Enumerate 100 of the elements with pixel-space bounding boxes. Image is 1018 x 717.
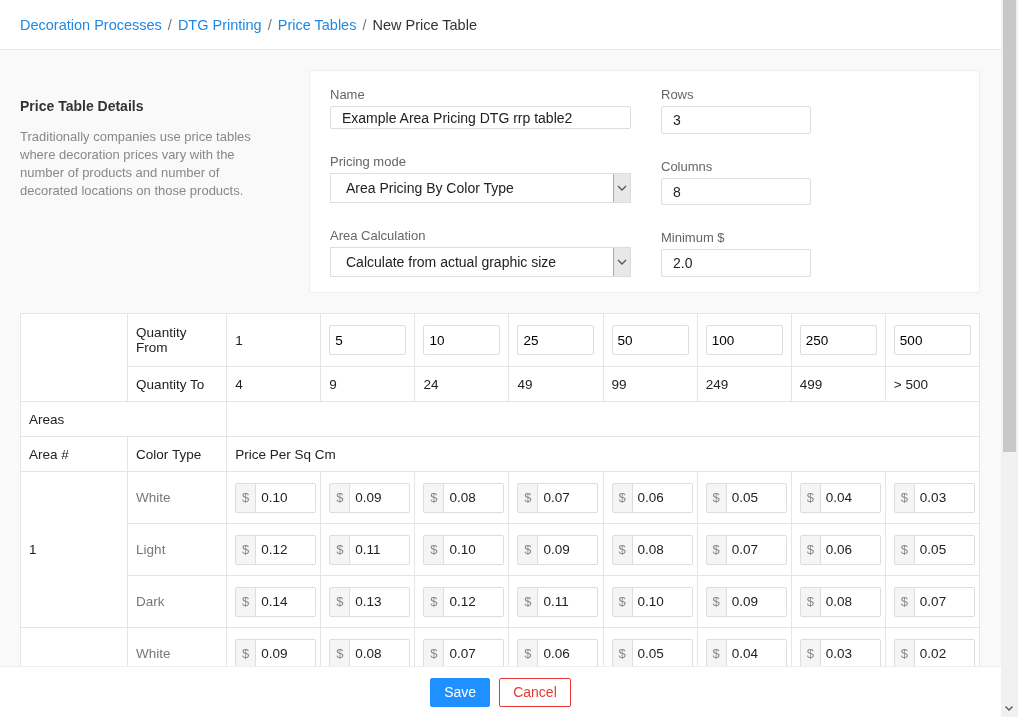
table-cell: 9 bbox=[329, 376, 337, 392]
price-input[interactable]: 0.13 bbox=[350, 586, 411, 617]
minimum-input[interactable]: 2.0 bbox=[661, 249, 811, 277]
section-title: Price Table Details bbox=[20, 98, 145, 114]
price-input[interactable]: 0.04 bbox=[820, 482, 881, 513]
quantity-input[interactable]: 500 bbox=[893, 325, 971, 355]
price-input[interactable]: 0.02 bbox=[914, 638, 975, 669]
field-label: Columns bbox=[661, 158, 714, 173]
currency-addon: $ bbox=[799, 534, 821, 565]
currency-addon: $ bbox=[705, 638, 727, 669]
rows-input[interactable]: 3 bbox=[661, 106, 811, 134]
price-input[interactable]: 0.08 bbox=[350, 638, 411, 669]
table-cell: 4 bbox=[235, 376, 243, 392]
quantity-input[interactable]: 5 bbox=[329, 325, 407, 355]
currency-addon: $ bbox=[517, 586, 539, 617]
price-input[interactable]: 0.06 bbox=[632, 482, 693, 513]
scroll-down-icon[interactable] bbox=[1005, 706, 1013, 711]
breadcrumb-link[interactable]: DTG Printing bbox=[177, 16, 262, 33]
price-input[interactable]: 0.06 bbox=[538, 638, 599, 669]
currency-addon: $ bbox=[705, 534, 727, 565]
quantity-input[interactable]: 250 bbox=[799, 325, 877, 355]
price-input[interactable]: 0.14 bbox=[256, 586, 317, 617]
table-cell: 49 bbox=[517, 376, 533, 392]
price-input[interactable]: 0.12 bbox=[256, 534, 317, 565]
price-input[interactable]: 0.03 bbox=[914, 482, 975, 513]
price-input[interactable]: 0.11 bbox=[350, 534, 411, 565]
price-input[interactable]: 0.09 bbox=[538, 534, 599, 565]
price-input[interactable]: 0.05 bbox=[726, 482, 787, 513]
row-header: Areas bbox=[29, 411, 65, 427]
price-input[interactable]: 0.10 bbox=[632, 586, 693, 617]
quantity-input[interactable]: 10 bbox=[423, 325, 501, 355]
currency-addon: $ bbox=[517, 482, 539, 513]
price-input[interactable]: 0.07 bbox=[538, 482, 599, 513]
quantity-input[interactable]: 25 bbox=[517, 325, 595, 355]
currency-addon: $ bbox=[517, 638, 539, 669]
currency-addon: $ bbox=[235, 482, 257, 513]
color-type: White bbox=[136, 646, 171, 661]
pricing-mode-select[interactable]: Area Pricing By Color Type bbox=[330, 173, 631, 203]
currency-addon: $ bbox=[423, 482, 445, 513]
price-input[interactable]: 0.05 bbox=[914, 534, 975, 565]
scrollbar[interactable] bbox=[1001, 0, 1018, 717]
dropdown-icon bbox=[613, 248, 630, 276]
price-input[interactable]: 0.09 bbox=[726, 586, 787, 617]
field-label: Name bbox=[330, 87, 366, 101]
breadcrumb-link[interactable]: Decoration Processes bbox=[20, 16, 162, 33]
currency-addon: $ bbox=[329, 586, 351, 617]
cancel-button[interactable]: Cancel bbox=[499, 677, 571, 707]
table-cell: 24 bbox=[423, 376, 439, 392]
quantity-input[interactable]: 100 bbox=[705, 325, 783, 355]
currency-addon: $ bbox=[423, 638, 445, 669]
price-input[interactable]: 0.08 bbox=[444, 482, 505, 513]
currency-addon: $ bbox=[705, 482, 727, 513]
table-cell: 499 bbox=[799, 376, 823, 392]
currency-addon: $ bbox=[893, 586, 915, 617]
price-input[interactable]: 0.06 bbox=[820, 534, 881, 565]
column-header: Area # bbox=[29, 446, 69, 462]
price-input[interactable]: 0.07 bbox=[444, 638, 505, 669]
currency-addon: $ bbox=[893, 534, 915, 565]
columns-input[interactable]: 8 bbox=[661, 177, 811, 206]
quantity-input[interactable]: 50 bbox=[611, 325, 689, 355]
currency-addon: $ bbox=[893, 482, 915, 513]
price-input[interactable]: 0.09 bbox=[350, 482, 411, 513]
currency-addon: $ bbox=[329, 638, 351, 669]
table-cell: 1 bbox=[235, 332, 243, 348]
area-number: 1 bbox=[29, 542, 37, 557]
breadcrumb-link[interactable]: Price Tables bbox=[277, 16, 357, 33]
currency-addon: $ bbox=[423, 586, 445, 617]
price-input[interactable]: 0.07 bbox=[726, 534, 787, 565]
color-type: Light bbox=[136, 542, 166, 557]
row-header: Quantity From bbox=[136, 325, 187, 355]
page-title: New Price Table bbox=[372, 16, 477, 33]
field-label: Rows bbox=[661, 87, 695, 101]
currency-addon: $ bbox=[235, 586, 257, 617]
currency-addon: $ bbox=[423, 534, 445, 565]
currency-addon: $ bbox=[893, 638, 915, 669]
currency-addon: $ bbox=[799, 482, 821, 513]
currency-addon: $ bbox=[329, 482, 351, 513]
currency-addon: $ bbox=[799, 638, 821, 669]
price-input[interactable]: 0.11 bbox=[538, 586, 599, 617]
price-input[interactable]: 0.08 bbox=[820, 586, 881, 617]
color-type: White bbox=[136, 490, 171, 505]
field-label: Minimum $ bbox=[661, 230, 726, 245]
price-input[interactable]: 0.12 bbox=[444, 586, 505, 617]
price-input[interactable]: 0.09 bbox=[256, 638, 317, 669]
price-input[interactable]: 0.03 bbox=[820, 638, 881, 669]
price-input[interactable]: 0.07 bbox=[914, 586, 975, 617]
section-description: Traditionally companies use price tables where decoration prices vary with the number of products and number of decorated locations on those products. bbox=[20, 128, 252, 200]
price-input[interactable]: 0.05 bbox=[632, 638, 693, 669]
currency-addon: $ bbox=[705, 586, 727, 617]
price-input[interactable]: 0.08 bbox=[632, 534, 693, 565]
price-input[interactable]: 0.10 bbox=[256, 482, 317, 513]
row-header: Quantity To bbox=[136, 376, 205, 392]
field-label: Area Calculation bbox=[330, 228, 427, 242]
price-input[interactable]: 0.10 bbox=[444, 534, 505, 565]
name-input[interactable]: Example Area Pricing DTG rrp table2 bbox=[330, 106, 631, 129]
area-calculation-select[interactable]: Calculate from actual graphic size bbox=[330, 247, 631, 277]
table-cell: > 500 bbox=[893, 376, 929, 392]
price-input[interactable]: 0.04 bbox=[726, 638, 787, 669]
color-type: Dark bbox=[136, 594, 165, 609]
breadcrumb-separator: / bbox=[267, 16, 272, 33]
